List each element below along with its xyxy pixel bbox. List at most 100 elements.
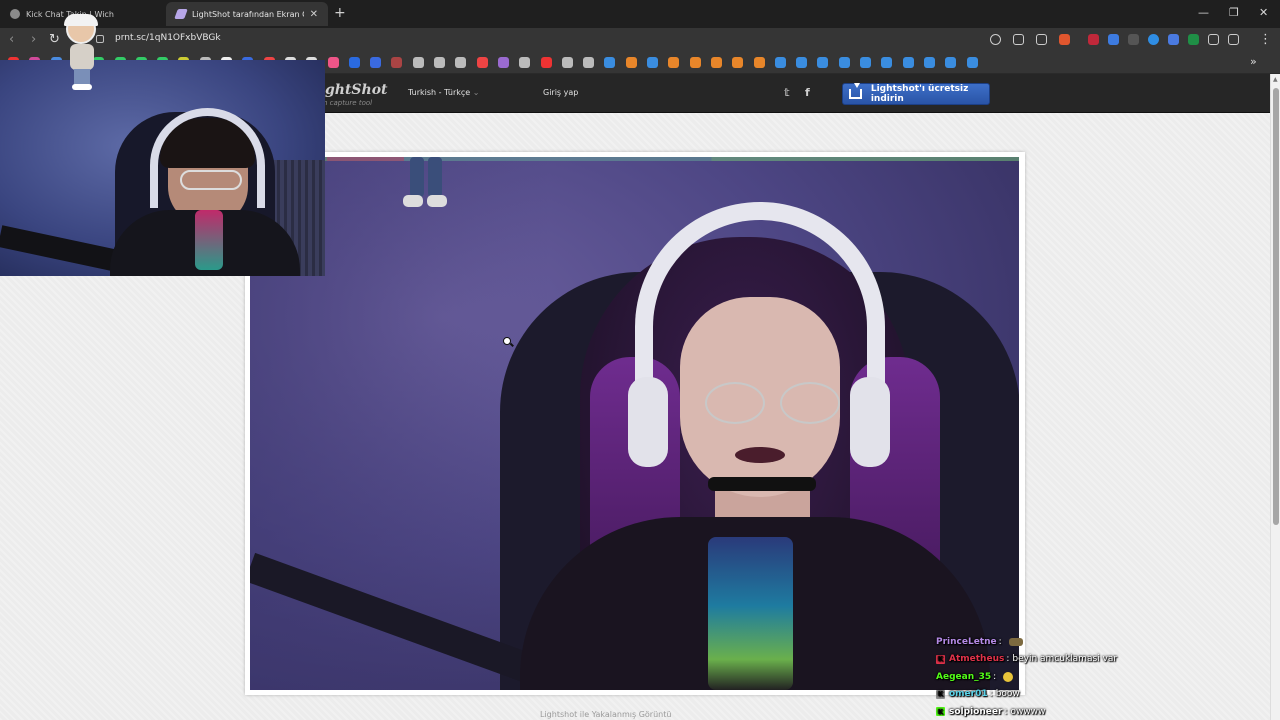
bookmark-icon[interactable] [902,57,914,68]
kick-badge-icon: K [936,654,945,664]
extension-gray-icon[interactable] [1128,34,1139,45]
back-arrow-icon[interactable]: ‹ [9,32,14,47]
install-app-icon[interactable] [1013,34,1024,45]
lightshot-logo[interactable]: ghtShot [325,82,388,98]
bookmark-icon[interactable] [732,57,744,68]
bookmark-icon[interactable] [497,57,509,68]
reload-icon[interactable]: ↻ [49,32,60,47]
bookmark-icon[interactable] [753,57,765,68]
download-lightshot-button[interactable]: Lightshot'ı ücretsiz indirin [842,83,990,105]
bookmark-icon[interactable] [434,57,445,68]
minimize-button[interactable]: — [1198,6,1209,19]
extensions-puzzle-icon[interactable] [1208,34,1219,45]
extension-blue-icon[interactable] [1108,34,1119,45]
bookmark-icon[interactable] [945,57,957,68]
bookmark-icon[interactable] [689,57,701,68]
browser-toolbar: ‹ › ↻ prnt.sc/1qN1OFxbVBGk ⋮ [0,28,1280,52]
chat-username[interactable]: PrinceLetne [936,637,997,647]
chat-emote-icon [1008,637,1023,646]
chat-username[interactable]: Atmetheus [949,654,1004,664]
kick-badge-icon: K [936,689,945,699]
globe-icon [10,9,20,19]
tab-title: LightShot tarafından Ekran Görü [192,9,304,19]
bookmark-icon[interactable] [391,57,403,68]
chat-username[interactable]: omer01 [949,689,988,699]
bookmark-icon[interactable] [817,57,829,68]
language-selector[interactable]: Turkish - Türkçe ⌄ [408,88,479,97]
logo-subtitle: n capture tool [323,99,373,107]
forward-arrow-icon[interactable]: › [31,32,36,47]
close-tab-icon[interactable]: ✕ [310,9,318,20]
restore-button[interactable]: ❐ [1229,6,1239,19]
scrollbar-thumb[interactable] [1273,88,1279,525]
chat-emote-icon [1003,671,1014,682]
headset-band [635,202,885,432]
headset-cup-left [628,377,668,467]
bookmark-icon[interactable] [455,57,467,68]
bookmark-icon[interactable] [370,57,382,68]
screenshot-image[interactable] [250,157,1019,690]
tab-lightshot[interactable]: LightShot tarafından Ekran Görü ✕ [166,2,328,26]
bookmark-icon[interactable] [796,57,808,68]
hanging-figure [395,157,455,212]
kick-badge-icon: K [936,707,945,717]
bookmark-icon[interactable] [923,57,935,68]
extension-excel-icon[interactable] [1188,34,1199,45]
address-bar[interactable]: prnt.sc/1qN1OFxbVBGk [115,33,221,43]
lips [735,447,785,463]
language-label: Turkish - Türkçe [408,88,471,97]
streamer-microphone [195,210,223,270]
share-icon[interactable] [1036,34,1047,45]
facebook-icon[interactable]: f [805,86,810,99]
bookmark-icon[interactable] [838,57,850,68]
chat-username[interactable]: solpioneer [949,707,1002,717]
menu-icon[interactable]: ⋮ [1259,32,1272,47]
bookmark-icon[interactable] [860,57,871,68]
bookmark-icon[interactable] [561,57,573,68]
twitter-icon[interactable]: 𝕥 [784,86,790,99]
bookmark-icon[interactable] [604,57,616,68]
chat-separator: : [1004,706,1008,717]
bookmark-icon[interactable] [476,57,488,68]
chat-overlay: PrinceLetne: K Atmetheus: beyin amcuklamasi… [936,633,1196,720]
chat-separator: : [989,689,993,700]
bookmark-icon[interactable] [881,57,893,68]
sidebar-icon[interactable] [1228,34,1239,45]
bookmarks-overflow-icon[interactable]: » [1250,55,1257,68]
brave-shield-icon[interactable] [1059,34,1070,45]
bookmark-icon[interactable] [583,57,595,68]
chat-text: beyin amcuklamasi var [1012,654,1118,665]
extension-red-icon[interactable] [1088,34,1099,45]
download-icon [849,83,862,99]
login-link[interactable]: Giriş yap [543,88,578,97]
bookmark-icon[interactable] [966,57,978,68]
extension-window-icon[interactable] [1168,34,1179,45]
chat-message: Ksolpioneer: owwww [936,703,1196,720]
chat-message: Komer01: boow [936,686,1196,704]
bookmark-icon[interactable] [710,57,722,68]
zoom-icon[interactable] [990,34,1001,45]
close-window-button[interactable]: ✕ [1259,6,1268,19]
bookmark-icon[interactable] [774,57,786,68]
bookmark-icon[interactable] [412,57,424,68]
browser-tab-strip: Kick Chat Takip | Wich LightShot tarafın… [0,0,1280,28]
extension-skype-icon[interactable] [1148,34,1159,45]
bookmark-icon[interactable] [327,57,339,68]
new-tab-button[interactable]: + [334,5,346,21]
screenshot-frame [245,152,1025,695]
download-button-label: Lightshot'ı ücretsiz indirin [870,84,969,104]
chat-username[interactable]: Aegean_35 [936,672,991,682]
bookmark-icon[interactable] [668,57,680,68]
chat-separator: : [1006,654,1010,665]
bookmark-icon[interactable] [647,57,658,68]
chat-separator: : [998,636,1002,647]
choker [708,477,816,491]
bookmark-icon[interactable] [540,57,552,68]
chevron-down-icon: ⌄ [472,88,480,97]
bookmark-icon[interactable] [519,57,531,68]
page-scrollbar[interactable]: ▲ [1270,74,1280,720]
bookmark-icon[interactable] [348,57,360,68]
scroll-up-icon[interactable]: ▲ [1273,76,1278,83]
bookmark-icon[interactable] [625,57,637,68]
webcam-overlay [0,60,325,276]
